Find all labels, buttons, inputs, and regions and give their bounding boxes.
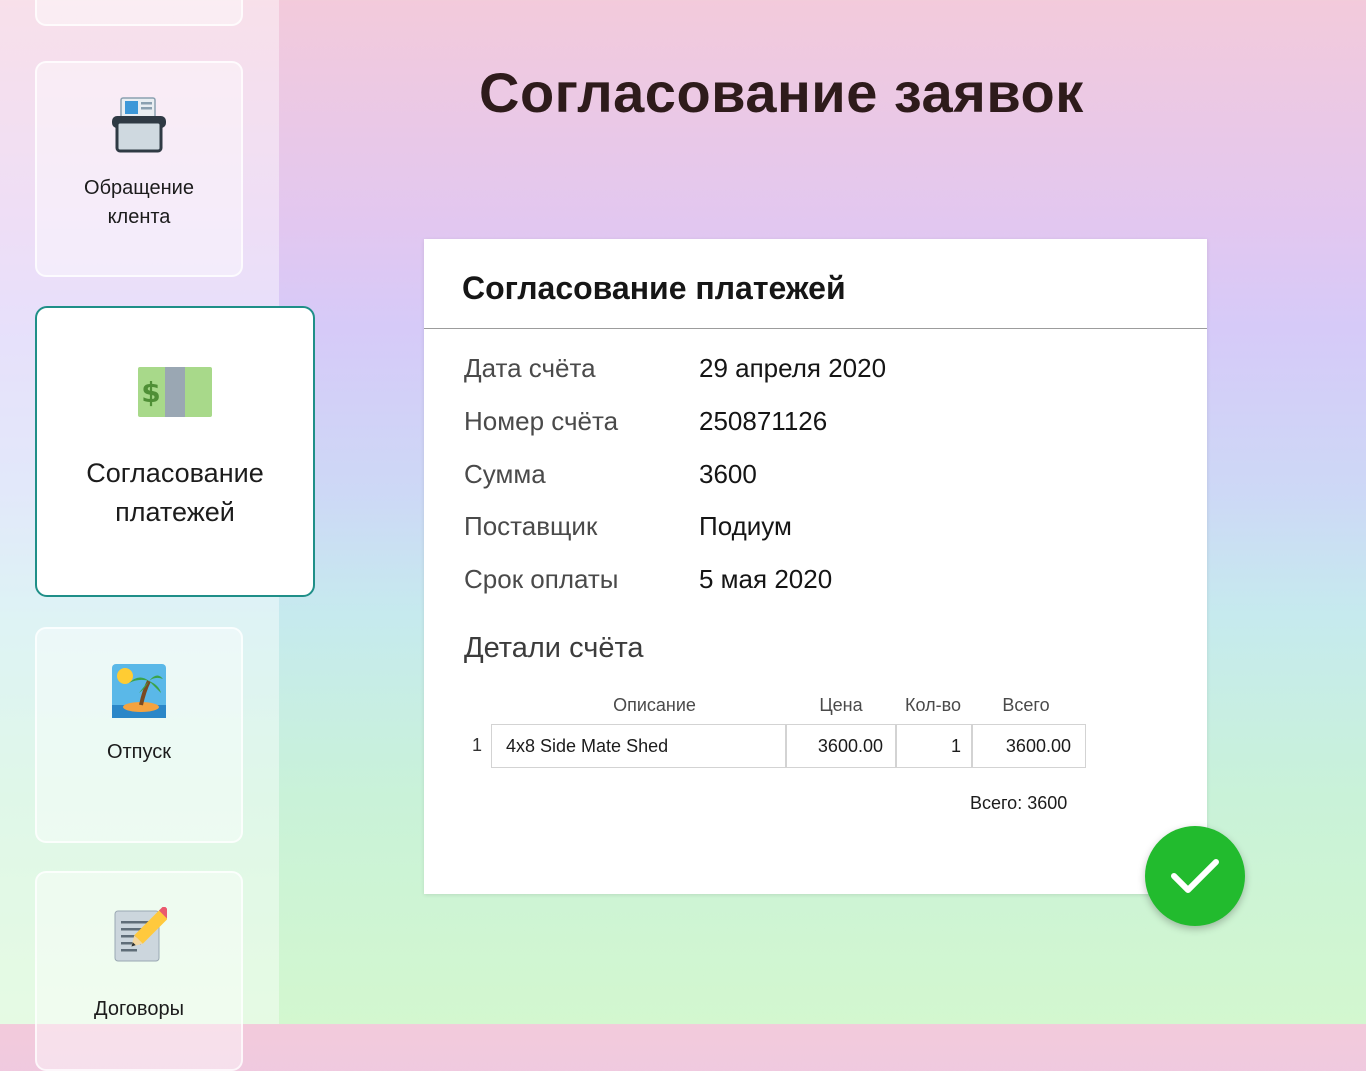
customer-appeal-icon — [110, 94, 168, 156]
field-value: Подиум — [699, 511, 792, 541]
panel-title: Согласование платежей — [462, 270, 846, 306]
total-cell[interactable]: 3600.00 — [972, 724, 1086, 768]
field-amount: Сумма 3600 — [464, 459, 1164, 499]
page-title: Согласование заявок — [479, 61, 1084, 124]
memo-pencil-icon — [111, 905, 173, 965]
row-number: 1 — [472, 735, 483, 755]
sidebar: Обращение клента $ Согласование платежей… — [0, 0, 315, 1071]
money-icon: $ — [137, 366, 213, 418]
cell-text: 3600.00 — [817, 735, 883, 756]
field-label: Дата счёта — [464, 353, 596, 383]
field-due-date: Срок оплаты 5 мая 2020 — [464, 564, 1164, 604]
sidebar-item-top[interactable] — [35, 0, 243, 26]
checkmark-icon — [1170, 857, 1220, 895]
field-label: Поставщик — [464, 511, 598, 541]
field-value: 250871126 — [699, 406, 828, 436]
column-header-total: Всего — [1002, 695, 1050, 715]
sidebar-item-vacation[interactable]: Отпуск — [35, 627, 243, 843]
field-value: 29 апреля 2020 — [699, 353, 887, 383]
approve-button[interactable] — [1145, 826, 1245, 926]
price-cell[interactable]: 3600.00 — [786, 724, 896, 768]
field-invoice-date: Дата счёта 29 апреля 2020 — [464, 353, 1164, 393]
sidebar-item-label: Обращение клента — [84, 177, 194, 228]
field-invoice-number: Номер счёта 250871126 — [464, 406, 1164, 446]
description-cell[interactable]: 4x8 Side Mate Shed — [491, 724, 786, 768]
sidebar-item-label: Согласование платежей — [86, 458, 264, 527]
field-value: 3600 — [699, 459, 757, 489]
column-header-description: Описание — [613, 695, 696, 715]
cell-text: 4x8 Side Mate Shed — [506, 735, 669, 756]
grand-total: Всего: 3600 — [970, 793, 1068, 813]
sidebar-item-customer-appeal[interactable]: Обращение клента — [35, 61, 243, 277]
field-label: Номер счёта — [464, 406, 619, 436]
svg-text:$: $ — [141, 376, 160, 409]
vacation-island-icon — [111, 663, 167, 719]
payment-approval-panel: Согласование платежей Дата счёта 29 апре… — [424, 239, 1207, 894]
field-label: Сумма — [464, 459, 546, 489]
sidebar-item-contracts[interactable]: Договоры — [35, 871, 243, 1071]
cell-text: 3600.00 — [1005, 735, 1071, 756]
sidebar-item-label: Отпуск — [106, 741, 172, 763]
sidebar-item-payments[interactable]: $ Согласование платежей — [35, 306, 315, 597]
field-supplier: Поставщик Подиум — [464, 511, 1164, 551]
qty-cell[interactable]: 1 — [896, 724, 972, 768]
column-header-price: Цена — [819, 695, 863, 715]
cell-text: 1 — [950, 735, 961, 756]
field-label: Срок оплаты — [464, 564, 619, 594]
field-value: 5 мая 2020 — [699, 564, 833, 594]
panel-header: Согласование платежей — [424, 239, 1207, 329]
invoice-details-title: Детали счёта — [464, 632, 644, 664]
sidebar-item-label: Договоры — [94, 998, 184, 1020]
column-header-qty: Кол-во — [905, 695, 961, 715]
